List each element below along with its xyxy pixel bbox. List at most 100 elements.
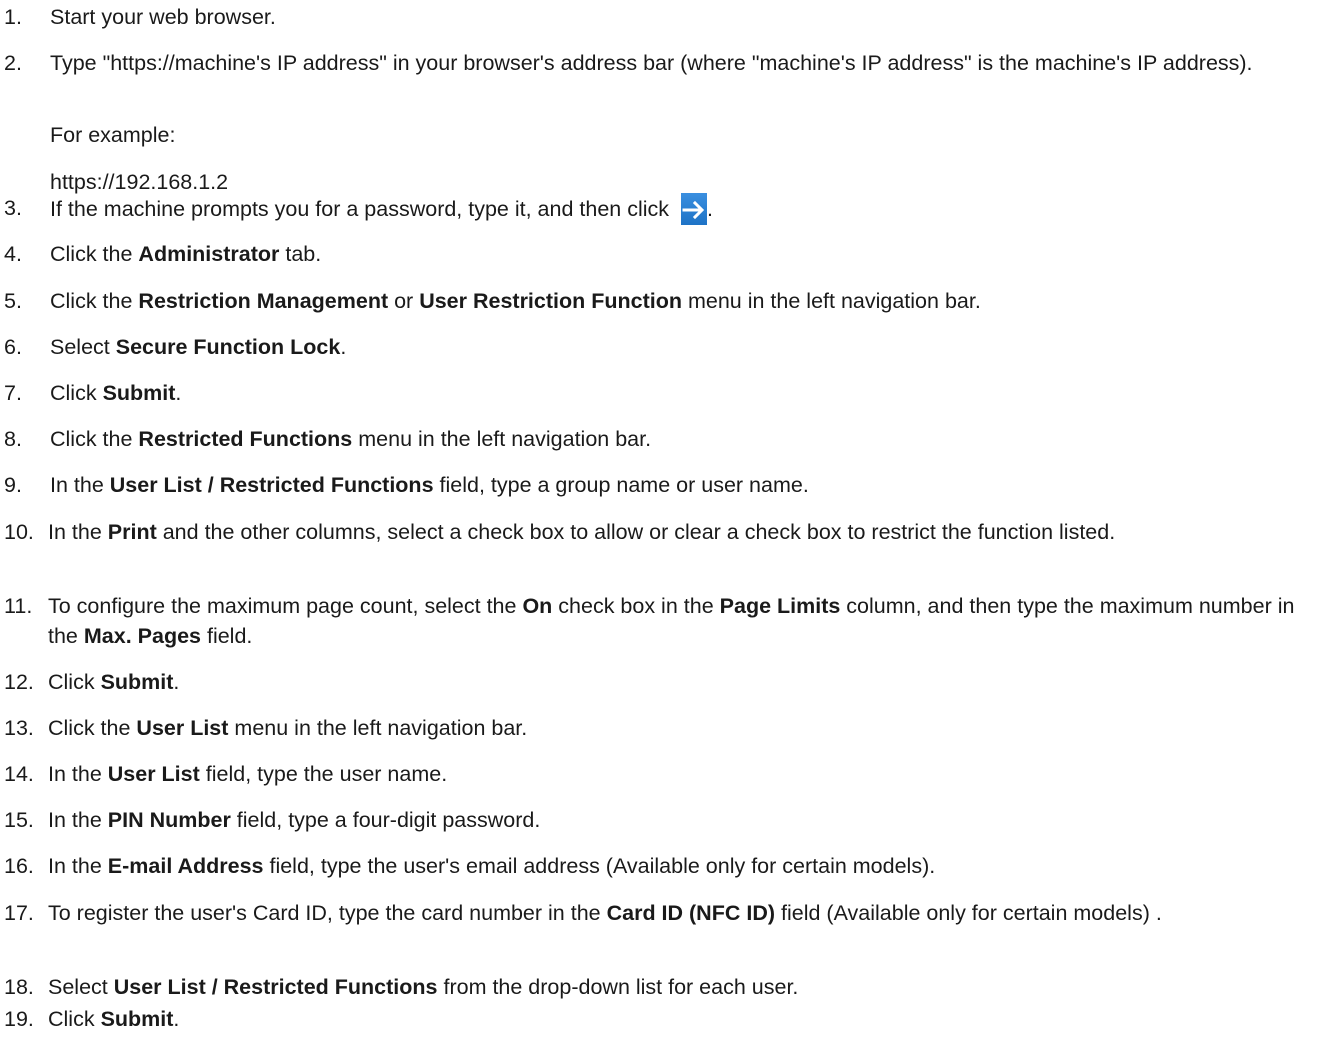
step-text-part: Type "https://machine's IP address" in y… — [50, 51, 1253, 75]
step-number: 11. — [4, 594, 33, 618]
step-text-part: In the — [48, 762, 108, 786]
step-text-part: In the — [48, 808, 108, 832]
ui-term: Card ID (NFC ID) — [606, 901, 776, 925]
ui-term: User List / Restricted Functions — [113, 975, 438, 999]
step-text: Click Submit. — [48, 667, 1316, 697]
ui-term: E-mail Address — [107, 854, 264, 878]
step-text-part: In the — [50, 473, 110, 497]
example-url: https://192.168.1.2 — [50, 170, 229, 194]
step-text: Click Submit. — [50, 378, 1316, 408]
step-text: If the machine prompts you for a passwor… — [50, 193, 1316, 225]
step-text: Type "https://machine's IP address" in y… — [50, 48, 1316, 78]
step-text-part: Click — [48, 1007, 101, 1031]
ui-term: PIN Number — [107, 808, 231, 832]
step-number: 17. — [4, 901, 34, 925]
step-text-part: or — [388, 289, 420, 313]
step-number: 15. — [4, 808, 34, 832]
list-item: 15. In the PIN Number field, type a four-… — [4, 805, 1316, 835]
step-text-part: . — [173, 670, 180, 694]
step-text: In the User List / Restricted Functions … — [50, 470, 1316, 500]
list-item: 19. Click Submit. — [4, 1004, 1316, 1034]
ui-term: Print — [107, 520, 157, 544]
step-text-part: . — [175, 381, 182, 405]
step-number: 3. — [4, 196, 22, 220]
go-arrow-icon[interactable] — [681, 193, 708, 225]
step-number: 18. — [4, 975, 34, 999]
step-text-part: Click the — [50, 427, 139, 451]
step-text-part: Click the — [50, 289, 139, 313]
step-text-part: field, type the user name. — [199, 762, 448, 786]
step-text-part: Click — [48, 670, 101, 694]
ui-term: User Restriction Function — [419, 289, 682, 313]
list-item: 2. Type "https://machine's IP address" in… — [4, 48, 1316, 78]
ui-term: Max. Pages — [83, 624, 201, 648]
step-text-part: check box in the — [552, 594, 720, 618]
ui-term: Submit — [100, 1007, 174, 1031]
step-number: 16. — [4, 854, 34, 878]
step-text-part: menu in the left navigation bar. — [352, 427, 652, 451]
step-text: In the Print and the other columns, sele… — [48, 517, 1316, 547]
step-number: 1. — [4, 5, 22, 29]
step-text-part: In the — [48, 854, 108, 878]
step-number: 10. — [4, 520, 34, 544]
example-label: For example: — [50, 123, 176, 147]
step-number: 12. — [4, 670, 34, 694]
step-text-part: field (Available only for certain models… — [775, 901, 1162, 925]
step-text-part: Click the — [48, 716, 137, 740]
list-item: 7. Click Submit. — [4, 378, 1316, 408]
list-item: 9. In the User List / Restricted Function… — [4, 470, 1316, 500]
list-item: 8. Click the Restricted Functions menu in… — [4, 424, 1316, 454]
ui-term: Submit — [102, 381, 176, 405]
step-number: 9. — [4, 473, 22, 497]
step-text-part: tab. — [279, 242, 322, 266]
list-item: 1. Start your web browser. — [4, 2, 1316, 32]
ui-term: Secure Function Lock — [115, 335, 341, 359]
step-text: In the PIN Number field, type a four-dig… — [48, 805, 1316, 835]
step-text: Select User List / Restricted Functions … — [48, 972, 1316, 1002]
step-text-part: Select — [48, 975, 114, 999]
list-item: 18. Select User List / Restricted Functio… — [4, 972, 1316, 1002]
step-text-part: To configure the maximum page count, sel… — [48, 594, 523, 618]
list-item: 11. To configure the maximum page count, … — [4, 591, 1316, 651]
step-text: Start your web browser. — [50, 2, 1316, 32]
list-item: 12. Click Submit. — [4, 667, 1316, 697]
ui-term: User List — [107, 762, 200, 786]
step-text-part: . — [707, 197, 713, 221]
ui-term: On — [522, 594, 553, 618]
step-number: 6. — [4, 335, 22, 359]
step-text-part: Select — [50, 335, 116, 359]
step-text-part: field. — [201, 624, 253, 648]
list-item: 16. In the E-mail Address field, type the… — [4, 851, 1316, 881]
step-text-part: and the other columns, select a check bo… — [156, 520, 1116, 544]
step-number: 7. — [4, 381, 22, 405]
step-text: Click the Administrator tab. — [50, 239, 1316, 269]
ui-term: Restriction Management — [138, 289, 389, 313]
ui-term: Page Limits — [719, 594, 841, 618]
list-item: 4. Click the Administrator tab. — [4, 239, 1316, 269]
step-text-part: field, type the user's email address (Av… — [263, 854, 936, 878]
list-item: 5. Click the Restriction Management or Us… — [4, 286, 1316, 316]
step-text-part: field, type a four-digit password. — [230, 808, 541, 832]
step-text-part: menu in the left navigation bar. — [228, 716, 528, 740]
ui-term: Restricted Functions — [138, 427, 353, 451]
list-item: 13. Click the User List menu in the left … — [4, 713, 1316, 743]
step-text-part: Click the — [50, 242, 139, 266]
step-number: 4. — [4, 242, 22, 266]
step-text: Click Submit. — [48, 1004, 1316, 1034]
step-text: Click the Restricted Functions menu in t… — [50, 424, 1316, 454]
instructions-page: 1. Start your web browser. 2. Type "https:/… — [0, 0, 1327, 1041]
step-text: Click the Restriction Management or User… — [50, 286, 1316, 316]
list-item: 6. Select Secure Function Lock. — [4, 332, 1316, 362]
step-text: To register the user's Card ID, type the… — [48, 898, 1316, 928]
step-number: 8. — [4, 427, 22, 451]
step-text-part: Start your web browser. — [50, 5, 276, 29]
step-number: 19. — [4, 1007, 34, 1031]
ui-term: Submit — [100, 670, 174, 694]
step-number: 2. — [4, 51, 22, 75]
step-text-part: . — [340, 335, 347, 359]
step-number: 14. — [4, 762, 34, 786]
step-text-part: from the drop-down list for each user. — [437, 975, 799, 999]
step-text-part: field, type a group name or user name. — [433, 473, 809, 497]
ui-term: User List / Restricted Functions — [109, 473, 434, 497]
step-text-part: If the machine prompts you for a passwor… — [50, 197, 676, 221]
